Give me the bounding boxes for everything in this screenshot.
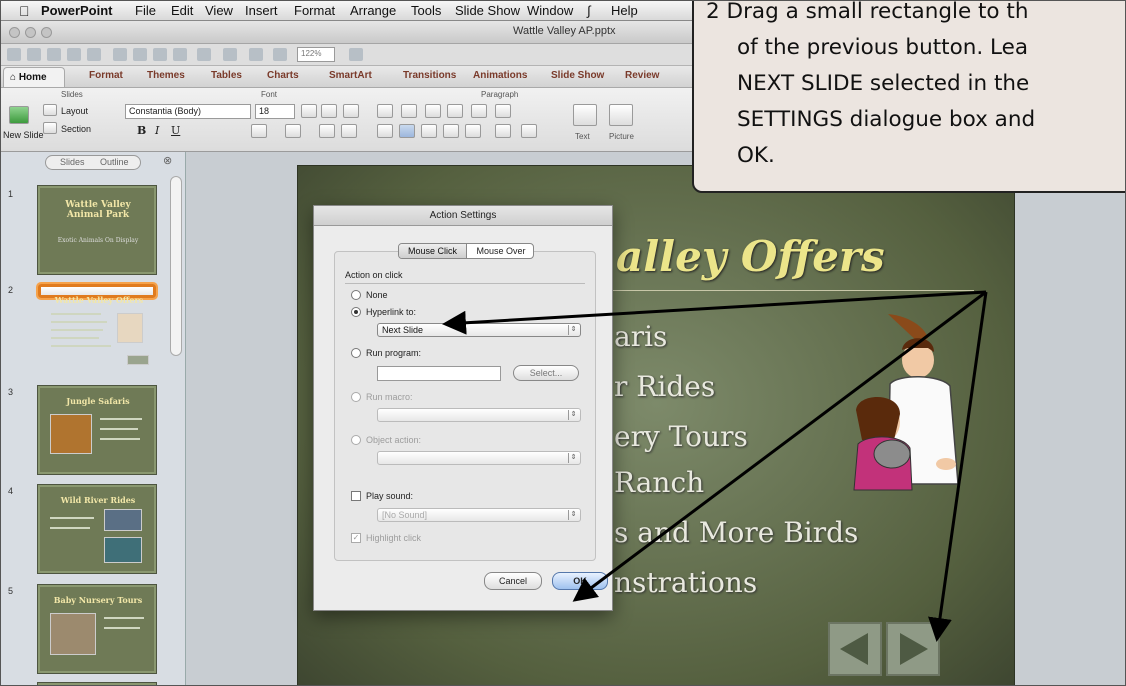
arrow-to-next-button	[928, 291, 988, 642]
arrow-to-ok-button	[572, 290, 987, 602]
annotation-arrows	[442, 290, 988, 642]
arrow-to-hyperlink	[442, 290, 987, 335]
screenshot-frame:  PowerPoint File Edit View Insert Forma…	[0, 0, 1126, 686]
